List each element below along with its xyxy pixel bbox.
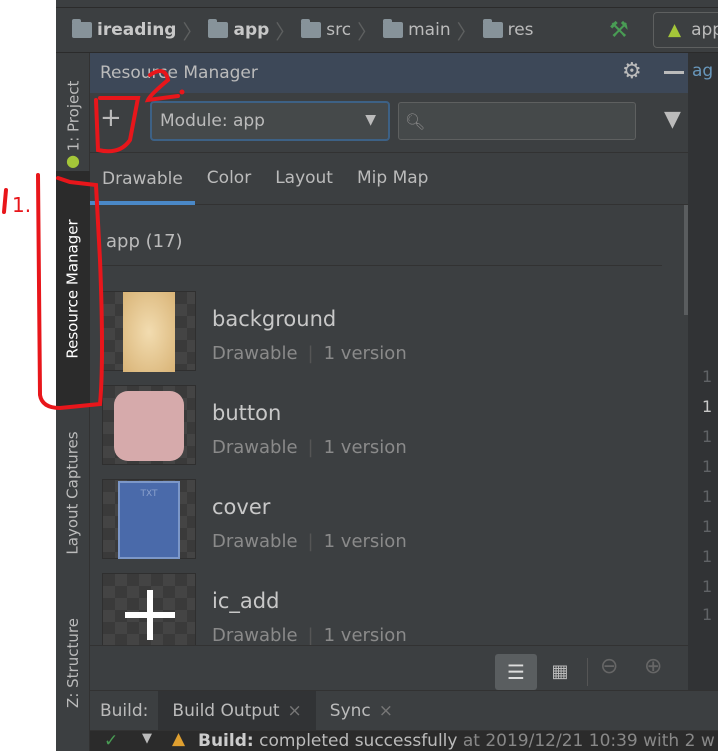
red-annotations: 1. 2. [2, 69, 185, 411]
annotation-box-add-button [94, 96, 141, 154]
annotation-label-1: 1. [12, 193, 31, 217]
annotation-box-resource-manager [36, 173, 104, 411]
